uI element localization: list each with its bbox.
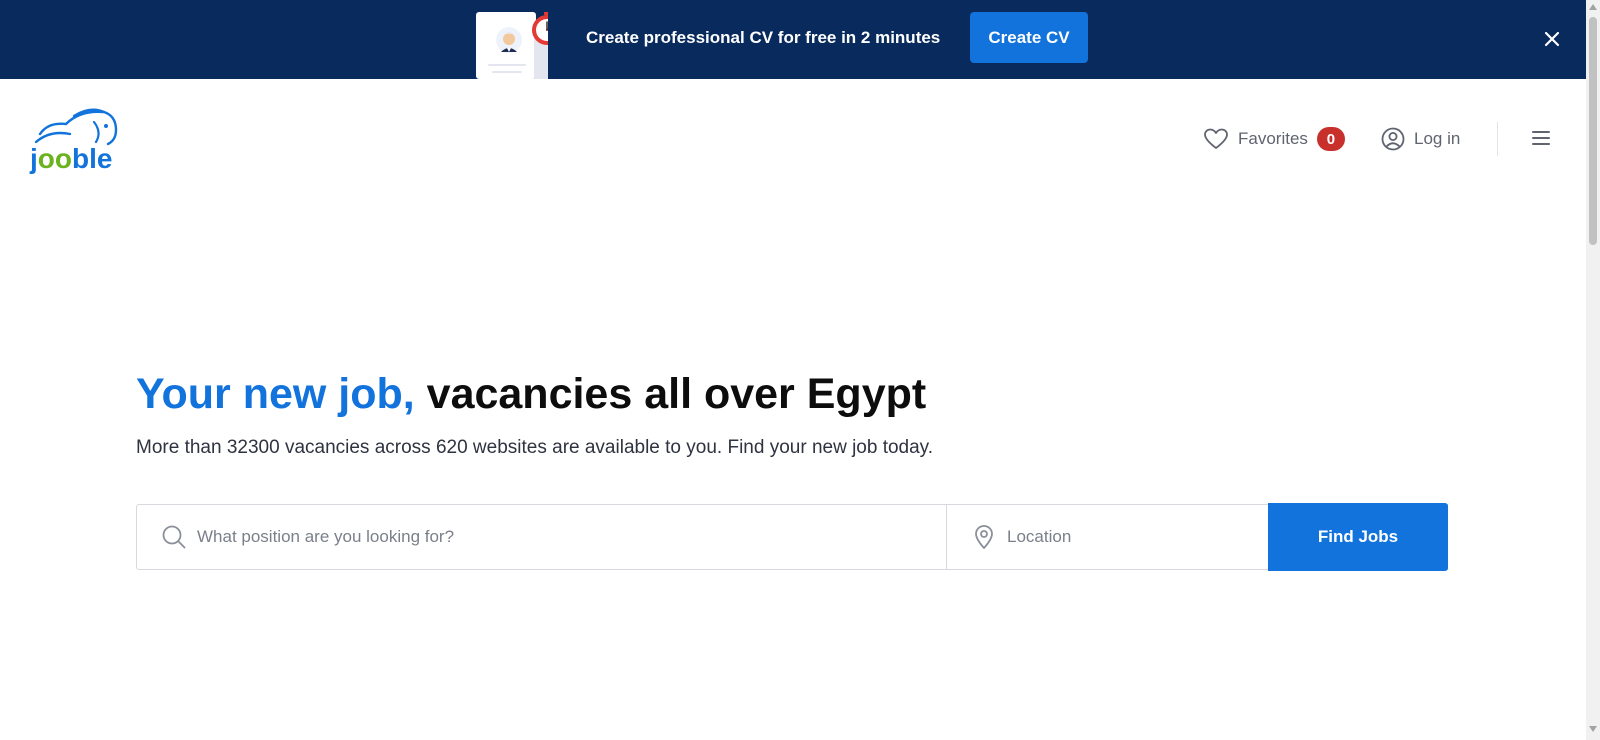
heart-icon xyxy=(1204,128,1228,149)
jooble-logo[interactable]: jooble xyxy=(28,104,120,174)
promo-banner: Create professional CV for free in 2 min… xyxy=(0,0,1586,79)
map-pin-icon xyxy=(975,525,993,549)
scroll-up-arrow-icon[interactable] xyxy=(1589,4,1597,10)
user-circle-icon xyxy=(1381,127,1405,151)
login-label: Log in xyxy=(1414,129,1461,148)
position-input[interactable] xyxy=(195,521,946,553)
location-input[interactable] xyxy=(1005,521,1268,553)
favorites-link[interactable]: Favorites 0 xyxy=(1203,124,1345,154)
logo-wordmark: jooble xyxy=(29,143,112,174)
header-divider xyxy=(1497,122,1498,156)
location-search-field[interactable] xyxy=(947,505,1268,569)
favorites-label: Favorites xyxy=(1238,129,1308,148)
scroll-down-arrow-icon[interactable] xyxy=(1589,726,1597,732)
close-icon[interactable] xyxy=(1541,28,1563,50)
create-cv-button[interactable]: Create CV xyxy=(970,12,1088,63)
scrollbar-thumb[interactable] xyxy=(1589,17,1597,245)
favorites-count-badge: 0 xyxy=(1316,127,1345,151)
promo-text: Create professional CV for free in 2 min… xyxy=(586,28,941,47)
find-jobs-button[interactable]: Find Jobs xyxy=(1268,503,1448,571)
page-title: Your new job, vacancies all over Egypt xyxy=(136,368,926,420)
title-accent: Your new job, xyxy=(136,370,415,418)
search-icon xyxy=(162,525,186,549)
title-rest: vacancies all over Egypt xyxy=(414,370,927,418)
position-search-field[interactable] xyxy=(137,505,946,569)
login-link[interactable]: Log in xyxy=(1381,124,1460,154)
hamburger-menu-icon[interactable] xyxy=(1530,128,1552,148)
cv-stopwatch-illustration xyxy=(476,10,562,79)
page-subtitle: More than 32300 vacancies across 620 web… xyxy=(136,437,934,458)
